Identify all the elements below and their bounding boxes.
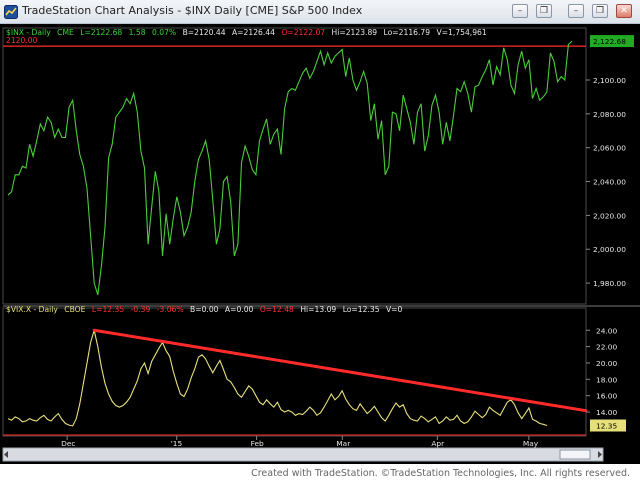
upper-last: L=2122.68	[80, 28, 122, 37]
vix-last-price-tag-text: 12.35	[596, 422, 617, 431]
upper-high: Hi=2123.89	[332, 28, 378, 37]
lower-high: Hi=13.09	[300, 305, 336, 314]
lower-symbol: $VIX.X - Daily	[6, 305, 58, 314]
spx-price-line	[7, 40, 573, 296]
level-label: 2120.00	[6, 36, 38, 45]
lower-volume: V=0	[386, 305, 403, 314]
restore-button-2[interactable]: ❐	[592, 4, 608, 18]
lower-ask: A=0.00	[225, 305, 254, 314]
horizontal-scrollbar[interactable]	[2, 447, 604, 462]
time-axis-label: Dec	[61, 439, 75, 448]
lower-axis-label: 22.00	[596, 343, 617, 352]
upper-ask: A=2126.44	[232, 28, 275, 37]
lower-header: $VIX.X - Daily CBOE L=12.35 -0.39 -3.06%…	[6, 305, 403, 314]
minimize-button[interactable]: –	[512, 4, 528, 18]
chart-svg[interactable]: $INX - Daily CME L=2122.68 1.58 0.07% B=…	[0, 24, 640, 464]
window-title: TradeStation Chart Analysis - $INX Daily…	[22, 4, 363, 17]
minimize-button-2[interactable]: –	[568, 4, 584, 18]
upper-low: Lo=2116.79	[384, 28, 431, 37]
upper-axis-label: 2,060.00	[593, 144, 626, 153]
upper-volume: V=1,754,961	[436, 28, 486, 37]
scrollbar-thumb[interactable]	[559, 449, 591, 460]
lower-axis-label: 24.00	[596, 326, 617, 335]
time-axis-label: Apr	[431, 439, 445, 448]
upper-axis-label: 2,080.00	[593, 110, 626, 119]
upper-bid: B=2120.44	[183, 28, 226, 37]
upper-header: $INX - Daily CME L=2122.68 1.58 0.07% B=…	[6, 28, 487, 37]
copyright-text: Created with TradeStation. ©TradeStation…	[251, 468, 630, 479]
lower-panel-frame	[2, 307, 587, 437]
upper-axis-label: 2,040.00	[593, 178, 626, 187]
lower-axis-label: 14.00	[596, 408, 617, 417]
upper-axis-label: 2,000.00	[593, 245, 626, 254]
lower-bid: B=0.00	[190, 305, 219, 314]
lower-axis-label: 16.00	[596, 392, 617, 401]
upper-open: O=2122.07	[281, 28, 325, 37]
spx-last-price-tag-text: 2,122.68	[593, 37, 626, 46]
lower-axis-label: 20.00	[596, 359, 617, 368]
lower-change: -0.39	[131, 305, 151, 314]
tradestation-app-icon	[4, 5, 18, 19]
vix-trendline	[92, 328, 588, 413]
lower-axis-label: 18.00	[596, 375, 617, 384]
upper-axis-label: 2,100.00	[593, 76, 626, 85]
upper-axis-label: 1,980.00	[593, 279, 626, 288]
time-axis-label: '15	[171, 439, 183, 448]
lower-low: Lo=12.35	[343, 305, 380, 314]
vix-price-line	[7, 330, 548, 427]
close-button[interactable]: ✕	[616, 4, 632, 18]
lower-pct: -3.06%	[157, 305, 184, 314]
status-bar: Created with TradeStation. ©TradeStation…	[0, 464, 640, 484]
lower-exchange: CBOE	[64, 305, 85, 314]
lower-last: L=12.35	[92, 305, 125, 314]
chart-area[interactable]: $INX - Daily CME L=2122.68 1.58 0.07% B=…	[0, 24, 640, 464]
restore-button[interactable]: ❐	[536, 4, 552, 18]
upper-pct: 0.07%	[152, 28, 176, 37]
time-axis-label: Mar	[336, 439, 351, 448]
upper-axis-label: 2,020.00	[593, 211, 626, 220]
upper-panel-frame	[2, 27, 587, 305]
axes: 2,100.00 2,080.00 2,060.00 2,040.00 2,020.00…	[61, 35, 634, 448]
upper-exchange: CME	[57, 28, 74, 37]
spx-plot[interactable]	[3, 40, 586, 296]
lower-open: O=12.48	[260, 305, 294, 314]
vix-plot[interactable]	[3, 328, 588, 436]
time-axis-label: May	[523, 439, 539, 448]
upper-change: 1.58	[129, 28, 146, 37]
time-axis-label: Feb	[251, 439, 264, 448]
title-bar[interactable]: TradeStation Chart Analysis - $INX Daily…	[0, 0, 640, 24]
